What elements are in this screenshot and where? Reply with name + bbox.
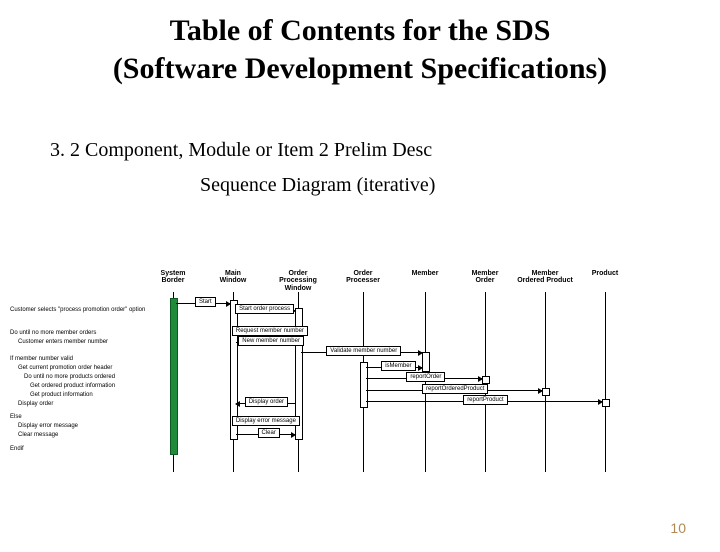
message-label: reportOrder xyxy=(406,372,445,382)
message-label: reportOrderedProduct xyxy=(422,384,488,394)
page-number: 10 xyxy=(670,520,686,536)
pseudocode-line: Customer enters member number xyxy=(18,339,108,346)
lane-header: MainWindow xyxy=(203,270,263,285)
activation-bar-system-border xyxy=(170,298,178,455)
pseudocode-line: Get ordered product information xyxy=(30,383,115,390)
pseudocode-line: Get product information xyxy=(30,392,93,399)
pseudocode-line: Get current promotion order header xyxy=(18,365,112,372)
message-label: isMember xyxy=(381,361,415,371)
lane-header: SystemBorder xyxy=(143,270,203,285)
lifeline xyxy=(545,292,546,472)
pseudocode-line: Else xyxy=(10,414,22,421)
message-label: Clear xyxy=(258,428,280,438)
pseudocode-line: Do until no more products ordered xyxy=(24,374,115,381)
lifeline xyxy=(605,292,606,472)
section-heading: 3. 2 Component, Module or Item 2 Prelim … xyxy=(50,139,720,162)
lane-header: OrderProcesser xyxy=(333,270,393,285)
lane-header: Product xyxy=(575,270,635,277)
message-label: Validate member number xyxy=(326,346,401,356)
lane-header: MemberOrder xyxy=(455,270,515,285)
slide-title: Table of Contents for the SDS (Software … xyxy=(0,12,720,87)
message-label: Start xyxy=(195,297,216,307)
message-label: Display order xyxy=(245,397,288,407)
activation-bar xyxy=(602,399,610,407)
pseudocode-line: Endif xyxy=(10,446,24,453)
activation-bar xyxy=(542,388,550,396)
lifeline xyxy=(425,292,426,472)
title-line-2: (Software Development Specifications) xyxy=(113,52,607,85)
title-line-1: Table of Contents for the SDS xyxy=(170,14,551,47)
pseudocode-line: Customer selects "process promotion orde… xyxy=(10,307,145,314)
lane-header: Member xyxy=(395,270,455,277)
pseudocode-line: Display order xyxy=(18,401,53,408)
message-label: reportProduct xyxy=(463,395,507,405)
pseudocode-line: Display error message xyxy=(18,423,78,430)
message-label: Display error message xyxy=(232,416,300,426)
activation-bar xyxy=(482,376,490,384)
message-label: Request member number xyxy=(232,326,308,336)
sequence-diagram: SystemBorderMainWindow OrderProcessing Wi… xyxy=(80,270,640,480)
message-label: New member number xyxy=(238,336,304,346)
lane-header: MemberOrdered Product xyxy=(515,270,575,285)
diagram-caption: Sequence Diagram (iterative) xyxy=(200,174,720,197)
message-label: Start order process xyxy=(235,304,294,314)
lane-header: OrderProcessing Window xyxy=(268,270,328,292)
pseudocode-line: If member number valid xyxy=(10,356,73,363)
activation-bar xyxy=(422,352,430,372)
pseudocode-line: Clear message xyxy=(18,432,58,439)
pseudocode-line: Do until no more member orders xyxy=(10,330,96,337)
